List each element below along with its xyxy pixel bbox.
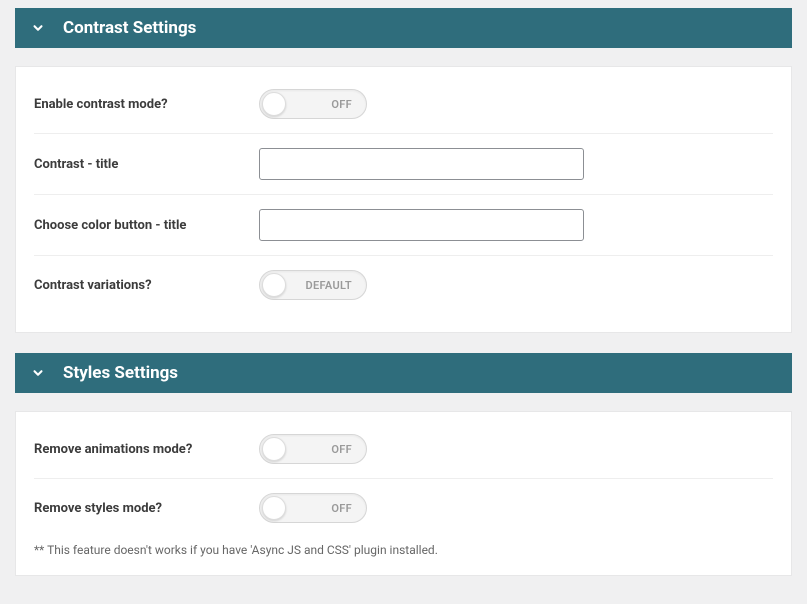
field-control (259, 148, 773, 180)
remove-styles-row: Remove styles mode? OFF (34, 479, 773, 537)
field-control: OFF (259, 434, 773, 464)
toggle-state-label: OFF (331, 443, 352, 456)
remove-styles-toggle[interactable]: OFF (259, 493, 367, 523)
color-button-title-row: Choose color button - title (34, 195, 773, 256)
contrast-title-row: Contrast - title (34, 134, 773, 195)
toggle-knob (262, 92, 286, 116)
toggle-knob (262, 273, 286, 297)
contrast-settings-body: Enable contrast mode? OFF Contrast - tit… (15, 66, 792, 333)
styles-note: ** This feature doesn't works if you hav… (34, 543, 773, 557)
chevron-down-icon (31, 21, 45, 35)
field-label: Contrast variations? (34, 278, 259, 293)
field-label: Remove styles mode? (34, 501, 259, 516)
chevron-down-icon (31, 366, 45, 380)
field-label: Choose color button - title (34, 218, 259, 233)
enable-contrast-mode-toggle[interactable]: OFF (259, 89, 367, 119)
styles-settings-section: Styles Settings Remove animations mode? … (15, 353, 792, 576)
contrast-variations-toggle[interactable]: DEFAULT (259, 270, 367, 300)
field-control: DEFAULT (259, 270, 773, 300)
color-button-title-input[interactable] (259, 209, 584, 241)
field-label: Contrast - title (34, 157, 259, 172)
contrast-settings-header[interactable]: Contrast Settings (15, 8, 792, 48)
toggle-knob (262, 496, 286, 520)
enable-contrast-mode-row: Enable contrast mode? OFF (34, 75, 773, 134)
remove-animations-row: Remove animations mode? OFF (34, 420, 773, 479)
toggle-state-label: OFF (331, 502, 352, 515)
toggle-state-label: DEFAULT (306, 279, 352, 292)
contrast-settings-section: Contrast Settings Enable contrast mode? … (15, 8, 792, 333)
section-title: Styles Settings (63, 363, 178, 383)
field-control: OFF (259, 493, 773, 523)
field-control: OFF (259, 89, 773, 119)
toggle-knob (262, 437, 286, 461)
contrast-title-input[interactable] (259, 148, 584, 180)
remove-animations-toggle[interactable]: OFF (259, 434, 367, 464)
field-label: Remove animations mode? (34, 442, 259, 457)
section-title: Contrast Settings (63, 18, 196, 38)
styles-settings-body: Remove animations mode? OFF Remove style… (15, 411, 792, 576)
styles-settings-header[interactable]: Styles Settings (15, 353, 792, 393)
field-label: Enable contrast mode? (34, 97, 259, 112)
field-control (259, 209, 773, 241)
contrast-variations-row: Contrast variations? DEFAULT (34, 256, 773, 314)
toggle-state-label: OFF (331, 98, 352, 111)
